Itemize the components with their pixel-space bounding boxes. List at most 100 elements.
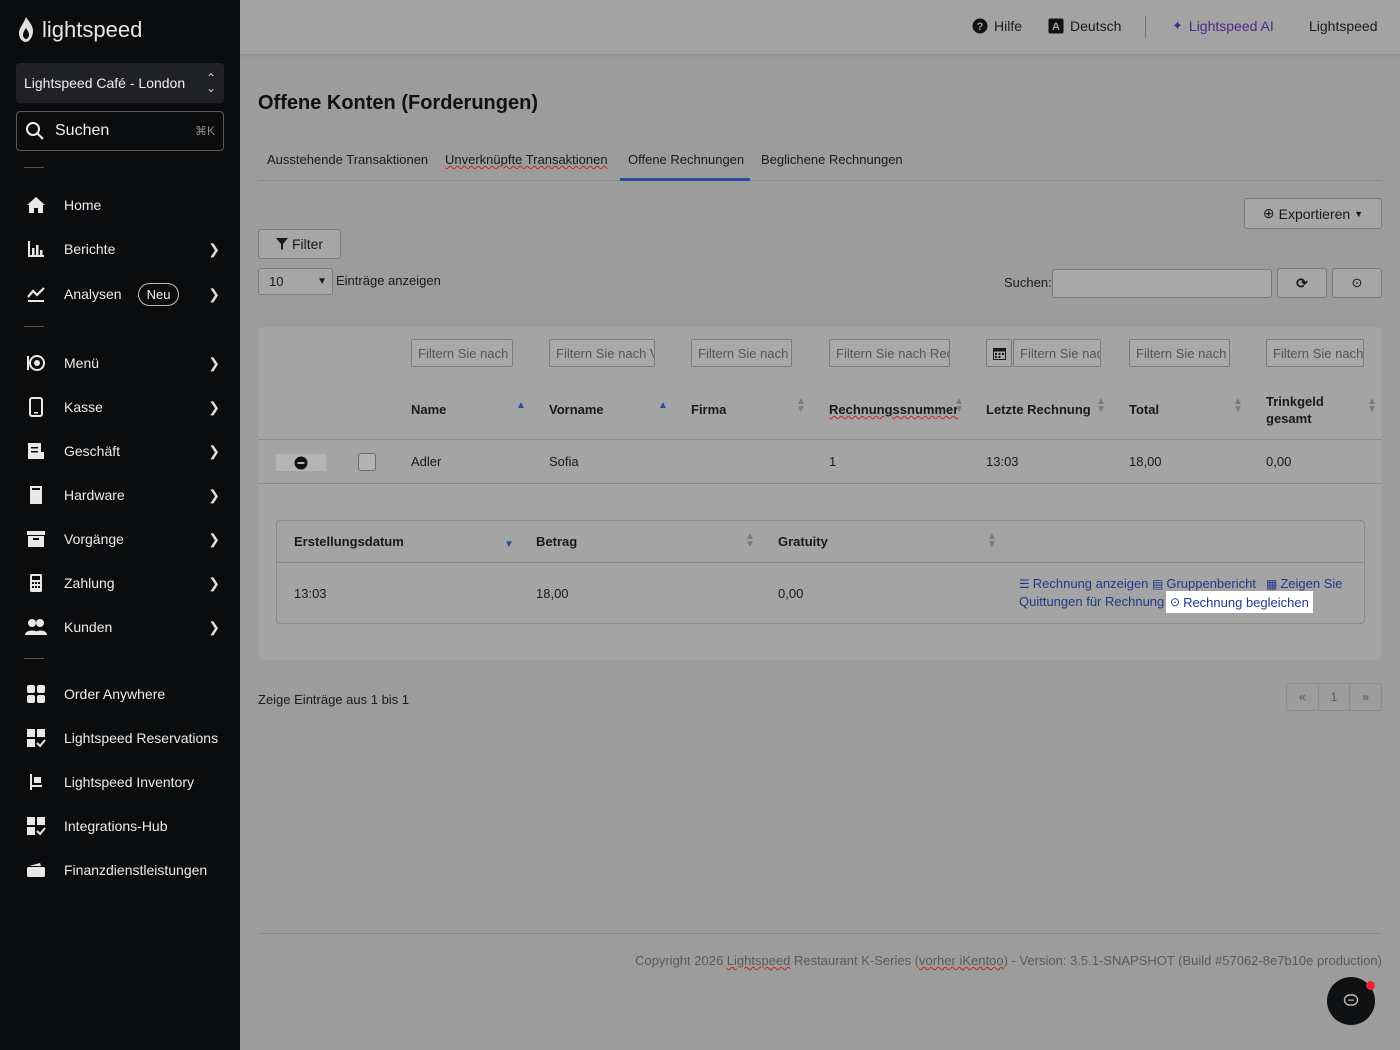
filter-name-input[interactable]: Filtern Sie nach Name: [411, 339, 513, 367]
sidebar-item-label: Lightspeed Reservations: [64, 730, 219, 746]
tab-ausstehende[interactable]: Ausstehende Transaktionen: [267, 152, 428, 167]
show-invoice-link[interactable]: ☰ Rechnung anzeigen: [1019, 576, 1148, 591]
sort-desc-icon[interactable]: ▼: [504, 539, 514, 550]
export-button[interactable]: ⊕ Exportieren ▼: [1244, 198, 1382, 229]
pagination-page[interactable]: 1: [1319, 684, 1351, 710]
language-selector[interactable]: A Deutsch: [1048, 18, 1121, 34]
sidebar-item-kasse[interactable]: Kasse ❯: [24, 389, 220, 425]
filter-trinkgeld-input[interactable]: Filtern Sie nach Trinkgeld gesamt: [1266, 339, 1364, 367]
help-icon: ?: [972, 18, 988, 34]
footer-link-ikentoo[interactable]: vorher iKentoo: [919, 953, 1004, 968]
caret-down-icon: ▼: [1354, 208, 1364, 219]
settle-invoice-link[interactable]: ⊙ Rechnung begleichen: [1166, 591, 1313, 613]
group-report-link[interactable]: ▤ Gruppenbericht: [1152, 576, 1256, 591]
sidebar-item-inventory[interactable]: Lightspeed Inventory: [24, 764, 220, 800]
sub-header-erstellungsdatum[interactable]: Erstellungsdatum: [294, 534, 404, 549]
footer-link-lightspeed[interactable]: Lightspeed: [727, 953, 791, 968]
page-length-value: 10: [269, 274, 284, 289]
home-icon: [24, 193, 48, 217]
language-label: Deutsch: [1070, 18, 1122, 34]
sub-header-betrag[interactable]: Betrag: [536, 534, 577, 549]
column-header-vorname[interactable]: Vorname: [549, 402, 604, 417]
group-report-label: Gruppenbericht: [1166, 576, 1256, 591]
pagination: « 1 »: [1286, 683, 1382, 711]
sidebar-item-kunden[interactable]: Kunden ❯: [24, 609, 220, 645]
sort-asc-icon[interactable]: ▲: [658, 400, 668, 411]
search-icon: [26, 122, 44, 140]
receipt-icon: [24, 439, 48, 463]
sort-both-icon[interactable]: ▲ ▼: [1233, 397, 1243, 415]
filter-label: Filter: [291, 236, 324, 252]
sidebar-item-label: Vorgänge: [64, 531, 124, 547]
account-menu[interactable]: Lightspeed: [1309, 18, 1378, 34]
sidebar-item-home[interactable]: Home: [24, 187, 220, 223]
chat-icon: [1343, 994, 1359, 1006]
sort-both-icon[interactable]: ▲ ▼: [796, 397, 806, 415]
show-receipts-link-cont[interactable]: Quittungen für Rechnung: [1019, 594, 1164, 609]
sort-both-icon[interactable]: ▲ ▼: [1096, 397, 1106, 415]
sort-both-icon[interactable]: ▲ ▼: [1367, 397, 1377, 415]
filter-button[interactable]: Filter: [258, 229, 341, 259]
column-header-total[interactable]: Total: [1129, 402, 1159, 417]
column-header-firma[interactable]: Firma: [691, 402, 726, 417]
store-name: Lightspeed Café - London: [24, 75, 186, 91]
reset-button[interactable]: ⊙: [1332, 268, 1382, 298]
table-search-input[interactable]: [1052, 269, 1272, 298]
sidebar-item-reservations[interactable]: Lightspeed Reservations: [24, 720, 220, 756]
chevron-right-icon: ❯: [208, 530, 220, 547]
tab-bar: Ausstehende Transaktionen Unverknüpfte T…: [258, 146, 1382, 181]
sidebar-item-finanz[interactable]: Finanzdienstleistungen: [24, 852, 220, 888]
sort-asc-icon[interactable]: ▲: [516, 400, 526, 411]
sub-cell-datum: 13:03: [294, 586, 327, 601]
sidebar-search[interactable]: Suchen ⌘K: [16, 111, 224, 151]
page-length-select[interactable]: 10 ▼: [258, 268, 333, 295]
cell-total: 18,00: [1129, 454, 1162, 469]
sub-cell-betrag: 18,00: [536, 586, 569, 601]
divider: [24, 326, 44, 327]
calendar-icon[interactable]: [986, 339, 1012, 367]
filter-firma-input[interactable]: Filtern Sie nach Firma: [691, 339, 792, 367]
chat-button[interactable]: [1327, 977, 1375, 1025]
sidebar-item-order-anywhere[interactable]: Order Anywhere: [24, 676, 220, 712]
filter-total-input[interactable]: Filtern Sie nach Total: [1129, 339, 1230, 367]
grid-icon: ▦: [1266, 576, 1278, 591]
wallet-icon: [24, 858, 48, 882]
refresh-button[interactable]: ⟳: [1277, 268, 1327, 298]
sort-both-icon[interactable]: ▲ ▼: [745, 532, 755, 550]
sidebar-item-integrations[interactable]: Integrations-Hub: [24, 808, 220, 844]
row-checkbox[interactable]: [358, 453, 376, 471]
column-header-nummer[interactable]: Rechnungssnummer: [829, 402, 958, 417]
sort-both-icon[interactable]: ▲ ▼: [954, 397, 964, 415]
pagination-info: Zeige Einträge aus 1 bis 1: [258, 692, 410, 707]
separator: [1145, 16, 1146, 38]
tab-beglichene[interactable]: Beglichene Rechnungen: [761, 152, 903, 167]
tab-offene-rechnungen[interactable]: Offene Rechnungen: [628, 152, 744, 167]
pagination-prev[interactable]: «: [1287, 684, 1319, 710]
filter-letzte-input[interactable]: Filtern Sie nach Letzte Rechnung: [1013, 339, 1101, 367]
pagination-next[interactable]: »: [1350, 684, 1381, 710]
help-link[interactable]: ? Hilfe: [972, 18, 1022, 34]
filter-vorname-input[interactable]: Filtern Sie nach Vorname: [549, 339, 655, 367]
store-selector[interactable]: Lightspeed Café - London ⌃ ⌄: [16, 63, 224, 103]
column-header-letzte[interactable]: Letzte Rechnung: [986, 402, 1091, 417]
sidebar-item-geschaeft[interactable]: Geschäft ❯: [24, 433, 220, 469]
sidebar-item-zahlung[interactable]: Zahlung ❯: [24, 565, 220, 601]
search-shortcut: ⌘K: [194, 124, 215, 138]
sidebar-item-analysen[interactable]: Analysen Neu ❯: [24, 276, 220, 312]
sidebar-item-vorgaenge[interactable]: Vorgänge ❯: [24, 521, 220, 557]
sort-both-icon[interactable]: ▲ ▼: [987, 532, 997, 550]
sidebar-item-label: Hardware: [64, 487, 125, 503]
sidebar-item-berichte[interactable]: Berichte ❯: [24, 231, 220, 267]
column-header-trinkgeld[interactable]: Trinkgeld gesamt: [1266, 393, 1346, 427]
lightspeed-ai-link[interactable]: ✦ Lightspeed AI: [1172, 18, 1274, 34]
filter-nummer-input[interactable]: Filtern Sie nach Rechnungsnummer: [829, 339, 950, 367]
sub-header-gratuity[interactable]: Gratuity: [778, 534, 828, 549]
logo[interactable]: lightspeed: [16, 16, 142, 44]
sidebar-item-menu[interactable]: Menü ❯: [24, 345, 220, 381]
tab-unverknuepfte[interactable]: Unverknüpfte Transaktionen: [445, 152, 608, 167]
collapse-row-icon[interactable]: [276, 454, 326, 471]
show-receipts-link[interactable]: ▦ Zeigen Sie: [1266, 576, 1343, 591]
sidebar-item-hardware[interactable]: Hardware ❯: [24, 477, 220, 513]
column-header-name[interactable]: Name: [411, 402, 446, 417]
footer-prefix: Copyright 2026: [635, 953, 727, 968]
